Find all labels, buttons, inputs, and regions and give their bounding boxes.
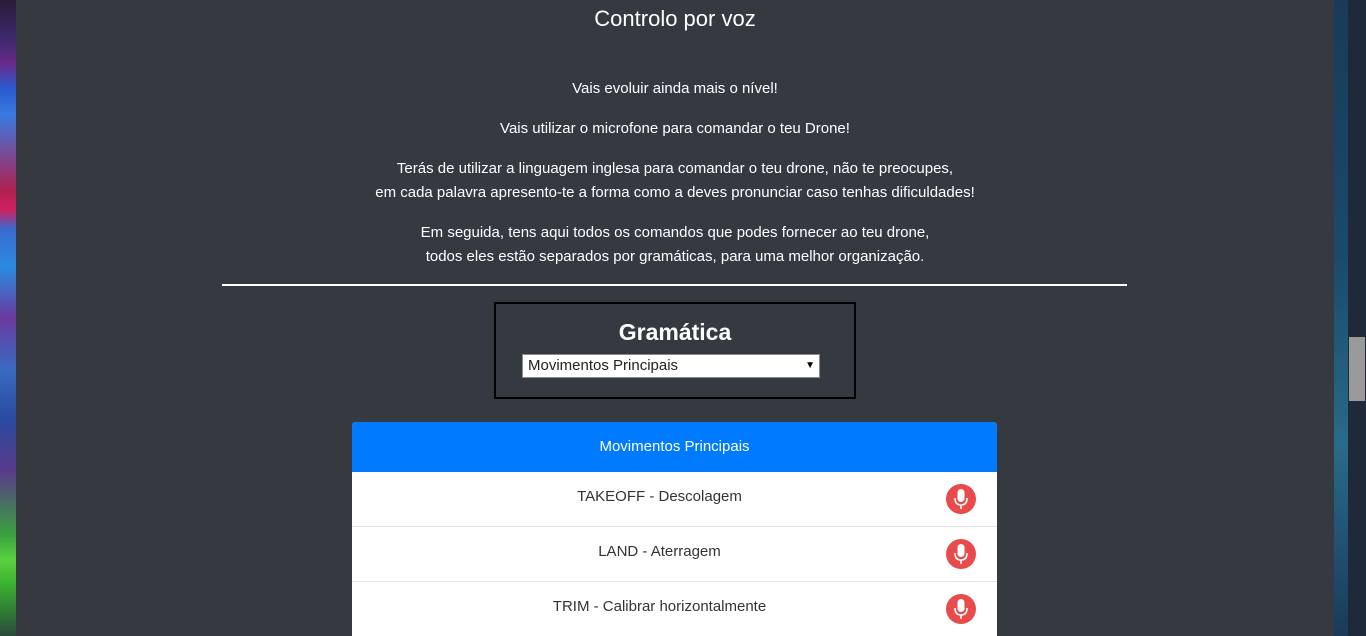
grammar-title: Gramática: [618, 319, 732, 345]
command-row: LAND - Aterragem: [352, 527, 997, 582]
background-image-left: [0, 0, 16, 636]
scrollbar-thumb[interactable]: [1349, 337, 1365, 401]
command-label: TAKEOFF - Descolagem: [577, 488, 742, 505]
microphone-icon: [954, 599, 968, 619]
intro-text-1: Vais evoluir ainda mais o nível!: [572, 80, 778, 97]
command-row: TAKEOFF - Descolagem: [352, 472, 997, 527]
grammar-select-value: Movimentos Principais: [528, 357, 679, 374]
command-row: TRIM - Calibrar horizontalmente: [352, 582, 997, 636]
command-label: TRIM - Calibrar horizontalmente: [552, 598, 767, 615]
page-title: Controlo por voz: [594, 6, 756, 31]
main-content: Controlo por voz Vais evoluir ainda mais…: [16, 0, 1334, 636]
intro-text-6: todos eles estão separados por gramática…: [425, 248, 925, 265]
scrollbar-track[interactable]: [1348, 0, 1366, 636]
intro-text-2: Vais utilizar o microfone para comandar …: [500, 120, 850, 137]
divider: [222, 284, 1127, 286]
mic-button-trim[interactable]: [946, 594, 976, 624]
microphone-icon: [954, 544, 968, 564]
background-image-right: [1334, 0, 1348, 636]
mic-button-takeoff[interactable]: [946, 484, 976, 514]
card-header: Movimentos Principais: [352, 422, 997, 472]
grammar-select[interactable]: Movimentos Principais ▼: [522, 354, 820, 378]
dropdown-arrow-icon: ▼: [805, 360, 815, 371]
mic-button-land[interactable]: [946, 539, 976, 569]
grammar-panel: Gramática Movimentos Principais ▼: [494, 302, 856, 399]
command-label: LAND - Aterragem: [598, 543, 721, 560]
commands-card: Movimentos Principais TAKEOFF - Descolag…: [352, 422, 997, 636]
intro-text-5: Em seguida, tens aqui todos os comandos …: [420, 224, 930, 241]
microphone-icon: [954, 489, 968, 509]
intro-text-4: em cada palavra apresento-te a forma com…: [375, 184, 975, 201]
intro-text-3: Terás de utilizar a linguagem inglesa pa…: [396, 160, 954, 177]
